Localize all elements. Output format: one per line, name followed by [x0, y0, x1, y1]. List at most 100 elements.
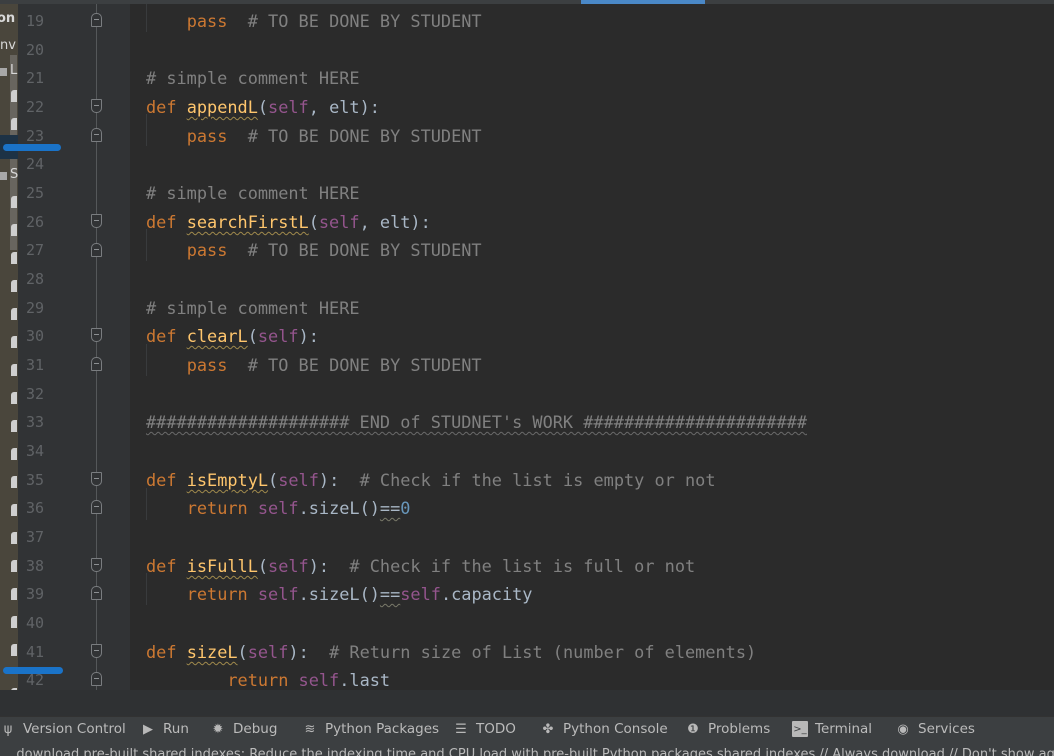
fold-end-icon[interactable]: [91, 128, 102, 142]
fold-end-icon[interactable]: [91, 500, 102, 514]
line-number: 25: [26, 184, 45, 202]
fold-start-icon[interactable]: [91, 214, 102, 228]
fold-end-icon[interactable]: [91, 13, 102, 27]
fold-end-icon[interactable]: [91, 586, 102, 600]
tool-label: TODO: [476, 721, 516, 737]
line-number: 36: [26, 499, 45, 517]
operator: ==: [379, 584, 401, 604]
keyword: def: [146, 470, 187, 490]
file-icon: [11, 90, 17, 102]
editor-bottom-area: [0, 690, 1054, 716]
paren: (: [257, 556, 269, 576]
todo-button[interactable]: ☰ TODO: [453, 721, 516, 737]
line-number: 34: [26, 442, 45, 460]
keyword: return: [186, 584, 258, 604]
keyword: def: [146, 326, 187, 346]
fold-start-icon[interactable]: [91, 472, 102, 486]
line-number: 19: [26, 12, 45, 30]
terminal-button[interactable]: >_ Terminal: [792, 721, 872, 737]
line-number: 20: [26, 41, 45, 59]
keyword: pass: [186, 11, 228, 31]
fold-start-icon[interactable]: [91, 644, 102, 658]
params: ):: [318, 470, 340, 490]
function-name: searchFirstL: [186, 212, 309, 232]
keyword: pass: [186, 355, 228, 375]
python-packages-button[interactable]: ≋ Python Packages: [302, 721, 440, 737]
function-name: isFullL: [186, 556, 258, 576]
project-panel[interactable]: on env L S: [0, 0, 18, 716]
number: 0: [400, 498, 411, 518]
keyword: return: [227, 670, 299, 690]
tool-label: Problems: [708, 721, 771, 737]
version-control-icon: ψ: [3, 721, 13, 737]
line-number: 30: [26, 327, 45, 345]
file-icon: [11, 308, 17, 320]
params: ):: [308, 556, 330, 576]
line-number: 21: [26, 69, 45, 87]
line-number: 27: [26, 241, 45, 259]
python-console-icon: ✤: [542, 721, 554, 737]
code-line-36: return self.sizeL()==0: [146, 498, 411, 518]
code-line-41: def sizeL(self): # Return size of List (…: [146, 642, 756, 662]
debug-icon: ✹: [212, 721, 224, 737]
comment: # Return size of List (number of element…: [308, 642, 757, 662]
comment: # TO BE DONE BY STUDENT: [227, 355, 482, 375]
fold-end-icon[interactable]: [91, 243, 102, 257]
code-line-22: def appendL(self, elt):: [146, 97, 380, 117]
file-icon: [11, 336, 17, 348]
project-label[interactable]: S: [10, 167, 18, 182]
run-button[interactable]: ▶ Run: [140, 721, 189, 737]
file-icon: [11, 420, 17, 432]
paren: (: [247, 326, 258, 346]
operator: ==: [379, 498, 401, 518]
code-editor[interactable]: pass # TO BE DONE BY STUDENT # simple co…: [130, 0, 1054, 690]
line-number: 22: [26, 98, 45, 116]
params: , elt):: [308, 97, 380, 117]
line-number: 37: [26, 528, 45, 546]
line-number: 31: [26, 356, 45, 374]
file-icon: [11, 364, 17, 376]
todo-icon: ☰: [455, 721, 467, 737]
code-line-42: return self.last: [146, 670, 390, 690]
project-label[interactable]: on: [0, 11, 15, 26]
file-icon: [11, 616, 17, 628]
status-bar: ...download pre-built shared indexes: Re…: [0, 742, 1054, 756]
version-control-button[interactable]: ψ Version Control: [0, 721, 126, 737]
fold-start-icon[interactable]: [91, 328, 102, 342]
fold-end-icon[interactable]: [91, 357, 102, 371]
self-ref: self: [298, 670, 340, 690]
comment: # Check if the list is full or not: [329, 556, 696, 576]
line-number: 33: [26, 413, 45, 431]
code-line-21: # simple comment HERE: [146, 68, 360, 88]
fold-end-icon[interactable]: [91, 672, 102, 686]
active-tab-indicator[interactable]: [581, 0, 705, 4]
services-button[interactable]: ◉ Services: [895, 721, 975, 737]
comment: # Check if the list is empty or not: [339, 470, 716, 490]
line-number: 41: [26, 643, 45, 661]
file-icon: [11, 118, 17, 130]
function-name: isEmptyL: [186, 470, 269, 490]
function-name: clearL: [186, 326, 248, 346]
code-line-33: #################### END of STUDNET's WO…: [146, 412, 807, 432]
self-param: self: [318, 212, 360, 232]
keyword: def: [146, 97, 187, 117]
python-console-button[interactable]: ✤ Python Console: [540, 721, 668, 737]
problems-button[interactable]: ❶ Problems: [685, 721, 770, 737]
fold-start-icon[interactable]: [91, 99, 102, 113]
status-message[interactable]: ...download pre-built shared indexes: Re…: [4, 747, 1054, 756]
tool-label: Python Console: [563, 721, 668, 737]
fold-start-icon[interactable]: [91, 558, 102, 572]
problems-icon: ❶: [687, 721, 699, 737]
paren: (: [257, 97, 269, 117]
params: ):: [288, 642, 309, 662]
project-label[interactable]: L: [10, 63, 17, 78]
self-ref: self: [400, 584, 441, 604]
debug-button[interactable]: ✹ Debug: [210, 721, 278, 737]
params: , elt):: [359, 212, 431, 232]
project-label[interactable]: env: [0, 38, 16, 53]
paren: (: [237, 642, 248, 662]
self-param: self: [257, 326, 299, 346]
line-number: 29: [26, 299, 45, 317]
folder-icon: [0, 68, 7, 76]
editor-gutter[interactable]: 19 20 21 22 23 24 25 26 27 28 29 30 31 3…: [18, 0, 130, 690]
